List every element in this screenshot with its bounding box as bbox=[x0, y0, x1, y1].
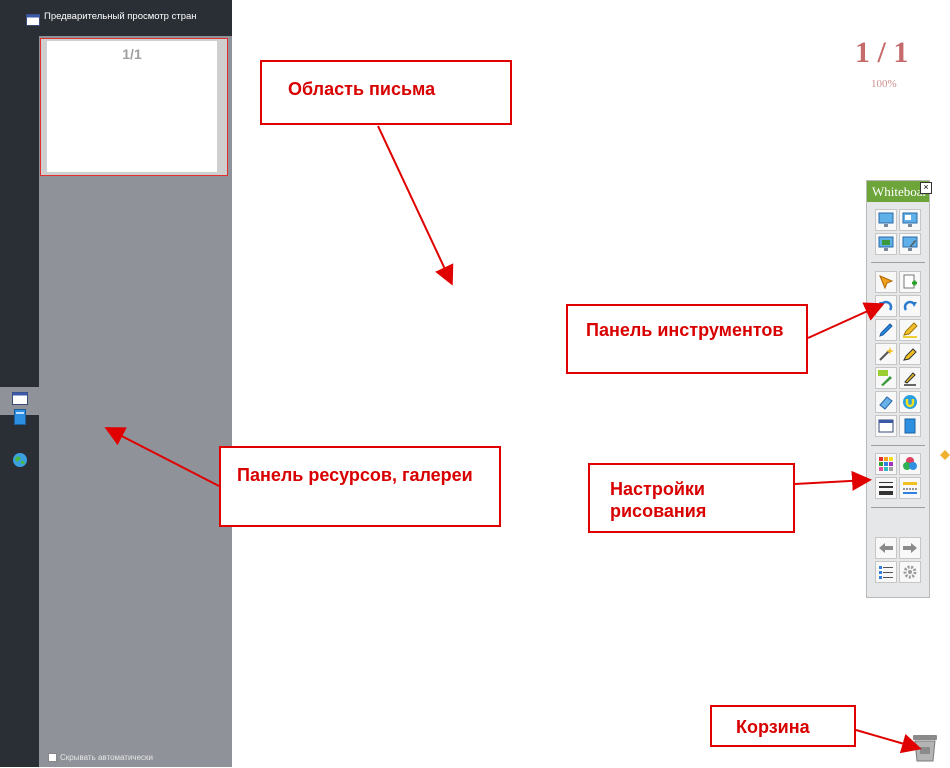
callout-drawing-settings: Настройки рисования bbox=[588, 463, 795, 533]
arrow-writing-area bbox=[377, 125, 454, 286]
arrow-trash bbox=[855, 729, 922, 754]
callout-resources-panel: Панель ресурсов, галереи bbox=[219, 446, 501, 527]
callout-writing-area: Область письма bbox=[260, 60, 512, 125]
callout-tools-panel: Панель инструментов bbox=[566, 304, 808, 374]
arrow-tools-panel bbox=[807, 302, 885, 339]
callout-trash: Корзина bbox=[710, 705, 856, 747]
arrow-resources-panel bbox=[104, 427, 220, 487]
arrow-drawing-settings bbox=[794, 470, 872, 491]
